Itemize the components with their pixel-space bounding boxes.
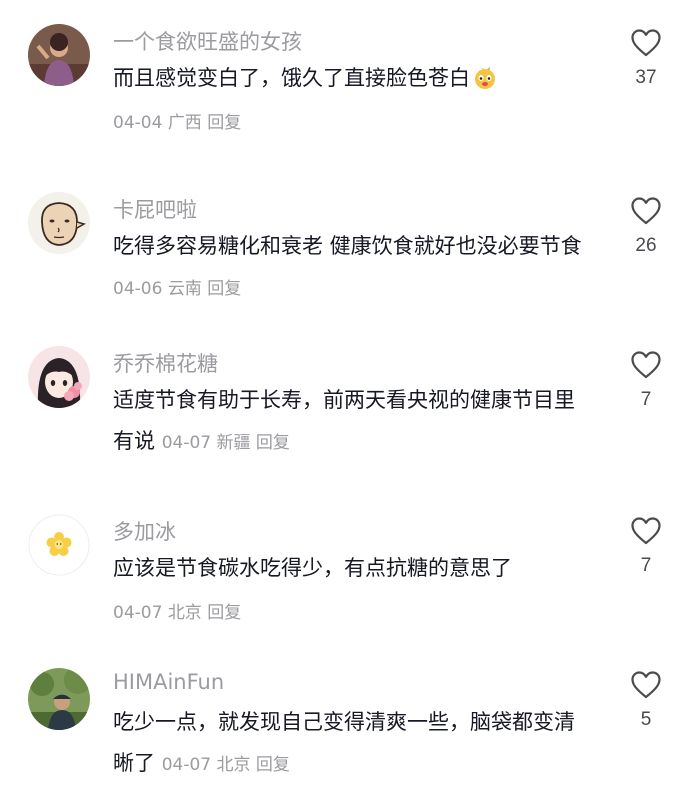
comment-text-block: 吃少一点，就发现自己变得清爽一些，脑袋都变清晰了 04-07 北京 回复 xyxy=(113,702,593,786)
username[interactable]: HIMAinFun xyxy=(113,670,224,694)
like-count: 5 xyxy=(640,709,652,730)
comment-location: 北京 xyxy=(216,755,251,775)
comment-item: HIMAinFun 吃少一点，就发现自己变得清爽一些，脑袋都变清晰了 04-07… xyxy=(0,0,690,806)
comment-meta: 04-07 北京 回复 xyxy=(162,755,290,775)
avatar[interactable] xyxy=(28,668,90,730)
like-button[interactable]: 5 xyxy=(626,670,666,731)
heart-outline-icon xyxy=(631,671,661,699)
outdoor-person-avatar-icon xyxy=(28,668,90,730)
comment-date: 04-07 xyxy=(161,755,212,775)
reply-button[interactable]: 回复 xyxy=(256,755,290,775)
